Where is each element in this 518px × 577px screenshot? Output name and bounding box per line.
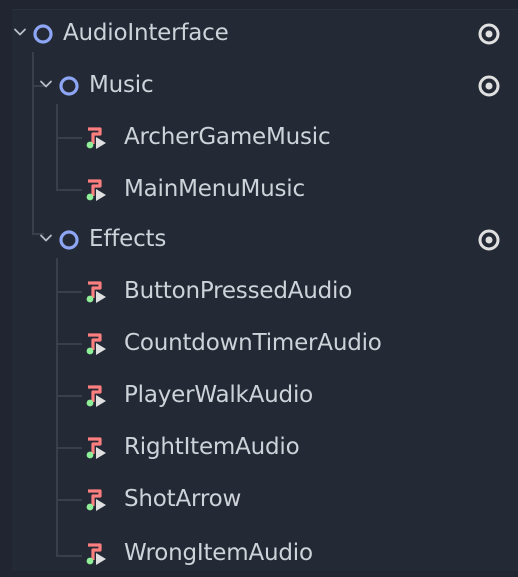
chevron-down-icon[interactable] xyxy=(38,230,54,246)
audio-stream-player-icon xyxy=(86,543,106,565)
tree-row-wrongitemaudio[interactable]: WrongItemAudio xyxy=(12,530,518,577)
chevron-down-icon[interactable] xyxy=(12,24,28,40)
node-circle-icon xyxy=(59,230,79,250)
tree-row-buttonpressedaudio[interactable]: ButtonPressedAudio xyxy=(12,268,518,316)
tree-row-archergamemusic[interactable]: ArcherGameMusic xyxy=(12,114,518,162)
audio-stream-player-icon xyxy=(86,333,106,355)
audio-stream-player-icon xyxy=(86,179,106,201)
audio-stream-player-icon xyxy=(86,437,106,459)
node-circle-icon xyxy=(59,76,79,96)
tree-node-label: Music xyxy=(89,72,154,98)
tree-node-label: Effects xyxy=(89,226,167,252)
tree-row-playerwalkaudio[interactable]: PlayerWalkAudio xyxy=(12,372,518,420)
tree-row-audiointerface[interactable]: AudioInterface xyxy=(12,10,518,58)
tree-node-label: ShotArrow xyxy=(124,486,242,512)
audio-stream-player-icon xyxy=(86,127,106,149)
node-circle-icon xyxy=(33,24,53,44)
tree-row-music[interactable]: Music xyxy=(12,62,518,110)
tree-node-label: RightItemAudio xyxy=(124,434,300,460)
audio-stream-player-icon xyxy=(86,281,106,303)
tree-row-rightitemaudio[interactable]: RightItemAudio xyxy=(12,424,518,472)
tree-row-shotarrow[interactable]: ShotArrow xyxy=(12,476,518,524)
tree-node-label: ButtonPressedAudio xyxy=(124,278,353,304)
tree-node-label: AudioInterface xyxy=(63,20,229,46)
audio-stream-player-icon xyxy=(86,385,106,407)
visibility-eye-icon[interactable] xyxy=(476,73,502,99)
chevron-down-icon[interactable] xyxy=(38,76,54,92)
tree-row-effects[interactable]: Effects xyxy=(12,216,518,264)
visibility-eye-icon[interactable] xyxy=(476,227,502,253)
tree-node-label: ArcherGameMusic xyxy=(124,124,331,150)
tree-node-label: MainMenuMusic xyxy=(124,176,305,202)
visibility-eye-icon[interactable] xyxy=(476,21,502,47)
tree-node-label: PlayerWalkAudio xyxy=(124,382,314,408)
scene-tree: AudioInterface Music ArcherGameMusic Mai… xyxy=(12,9,518,571)
tree-node-label: WrongItemAudio xyxy=(124,540,313,566)
tree-node-label: CountdownTimerAudio xyxy=(124,330,382,356)
tree-row-mainmenumusic[interactable]: MainMenuMusic xyxy=(12,166,518,214)
tree-row-countdowntimeraudio[interactable]: CountdownTimerAudio xyxy=(12,320,518,368)
audio-stream-player-icon xyxy=(86,489,106,511)
